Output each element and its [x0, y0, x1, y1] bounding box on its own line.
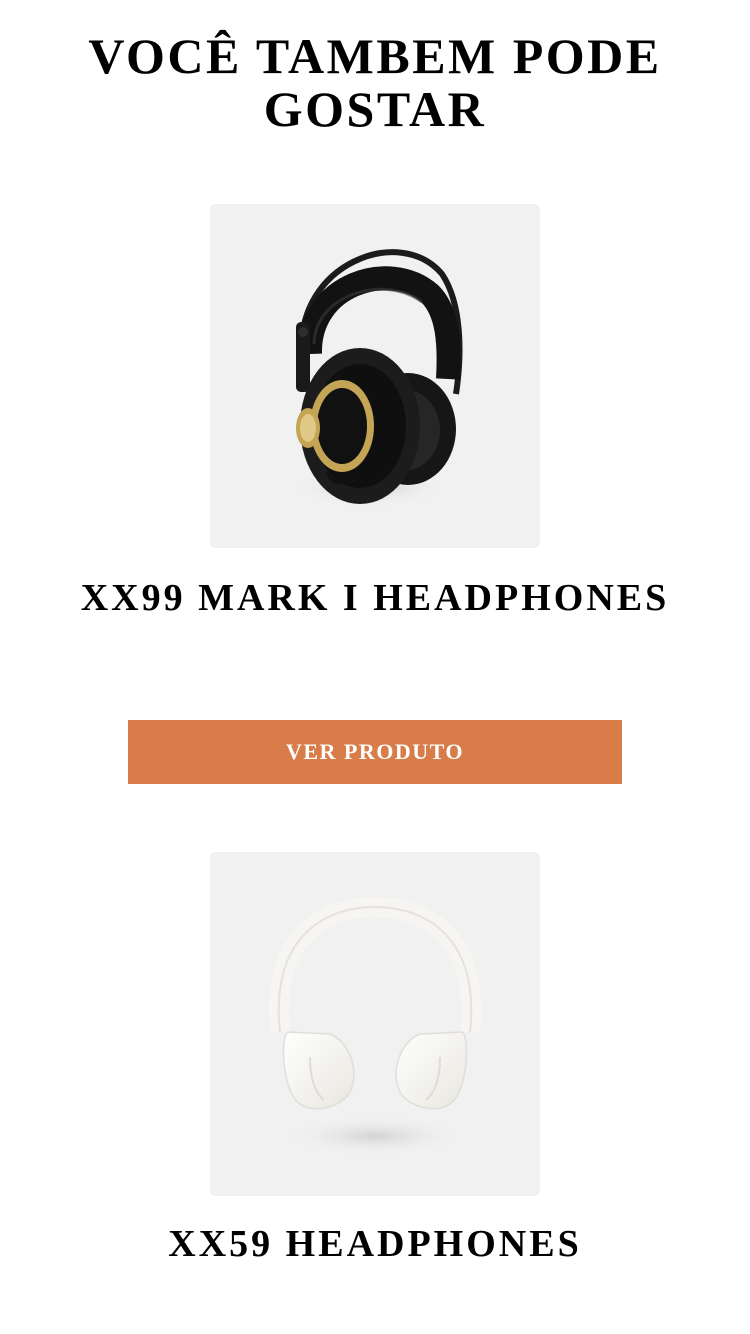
product-name: XX59 HEADPHONES	[168, 1223, 582, 1265]
view-product-button[interactable]: VER PRODUTO	[128, 720, 622, 784]
product-name: XX99 MARK I HEADPHONES	[80, 577, 670, 619]
product-image-xx59	[210, 852, 540, 1196]
section-title: VOCÊ TAMBEM PODE GOSTAR	[88, 28, 662, 137]
product-image-xx99-mark-i	[210, 204, 540, 548]
white-headphones-icon	[268, 896, 482, 1156]
black-headphones-icon	[292, 249, 463, 508]
